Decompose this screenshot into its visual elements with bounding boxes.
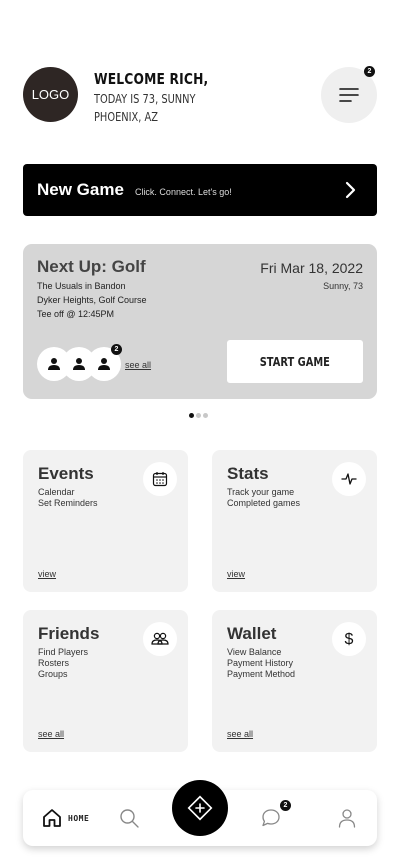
chevron-right-icon [345,181,356,199]
events-line-calendar: Calendar [38,487,75,497]
calendar-icon [152,472,168,487]
wallet-line-balance: View Balance [227,647,282,657]
new-game-button[interactable]: New Game Click. Connect. Let's go! [23,164,377,216]
stats-icon-circle [332,462,366,496]
search-icon [120,809,139,828]
players-badge: 2 [111,344,122,355]
wallet-line-history: Payment History [227,658,294,668]
nav-messages[interactable] [261,790,281,846]
menu-notification-badge: 2 [364,66,375,77]
welcome-title: WELCOME RICH, [94,70,209,88]
friends-see-all-link[interactable]: see all [38,729,64,739]
events-title: Events [38,464,94,483]
friends-line-rosters: Rosters [38,658,70,668]
messages-badge: 2 [280,800,291,811]
events-view-link[interactable]: view [38,569,56,579]
wallet-line-method: Payment Method [227,669,296,679]
wallet-see-all-link[interactable]: see all [227,729,253,739]
add-game-button[interactable] [172,780,228,836]
next-up-card: Next Up: Golf The Usuals in Bandon Dyker… [23,244,377,399]
home-icon [43,809,61,827]
person-icon [98,358,110,370]
person-icon [48,358,60,370]
next-up-course: Dyker Heights, Golf Course [37,295,147,305]
wallet-icon-circle: $ [332,622,366,656]
friends-tile[interactable]: Friends Find Players Rosters Groups see … [23,610,188,752]
start-game-label: START GAME [259,354,331,369]
chat-icon [262,809,280,827]
wallet-title: Wallet [227,624,277,643]
friends-title: Friends [38,624,100,643]
activity-pulse-icon [341,473,357,485]
events-icon-circle [143,462,177,496]
profile-icon [338,809,356,828]
person-icon [73,358,85,370]
stats-line-track: Track your game [227,487,295,497]
next-up-group: The Usuals in Bandon [37,281,126,291]
hamburger-menu-icon [339,88,359,102]
carousel-dot[interactable] [189,413,194,418]
nav-home[interactable]: HOME [42,790,89,846]
next-up-title: Next Up: Golf [37,257,146,276]
stats-line-completed: Completed games [227,498,301,508]
logo: LOGO [23,67,78,122]
next-up-weather: Sunny, 73 [323,281,363,291]
svg-text:$: $ [345,631,354,648]
start-game-button[interactable]: START GAME [227,340,363,383]
see-all-players-link[interactable]: see all [125,360,151,370]
welcome-block: WELCOME RICH, TODAY IS 73, SUNNY PHOENIX… [94,70,234,124]
logo-text: LOGO [31,87,70,102]
nav-search[interactable] [119,790,139,846]
friends-icon-circle [143,622,177,656]
dollar-icon: $ [345,631,354,648]
nav-profile[interactable] [338,790,356,846]
next-up-date: Fri Mar 18, 2022 [260,260,363,276]
friends-line-find: Find Players [38,647,89,657]
wallet-tile[interactable]: Wallet View Balance Payment History Paym… [212,610,377,752]
next-up-tee-time: Tee off @ 12:45PM [37,309,115,319]
carousel-dot[interactable] [203,413,208,418]
new-game-subtitle: Click. Connect. Let's go! [134,186,232,197]
stats-tile[interactable]: Stats Track your game Completed games vi… [212,450,377,592]
carousel-dot[interactable] [196,413,201,418]
people-icon [151,632,169,645]
nav-home-label: HOME [68,813,90,823]
weather-line: TODAY IS 73, SUNNY [94,92,196,106]
events-tile[interactable]: Events Calendar Set Reminders view [23,450,188,592]
add-game-icon [187,795,213,821]
friends-line-groups: Groups [38,669,68,679]
stats-view-link[interactable]: view [227,569,245,579]
player-avatars[interactable] [37,347,137,381]
carousel-dots [189,413,208,418]
location-line: PHOENIX, AZ [94,110,159,124]
new-game-title: New Game [37,180,124,199]
events-line-reminders: Set Reminders [38,498,98,508]
stats-title: Stats [227,464,269,483]
